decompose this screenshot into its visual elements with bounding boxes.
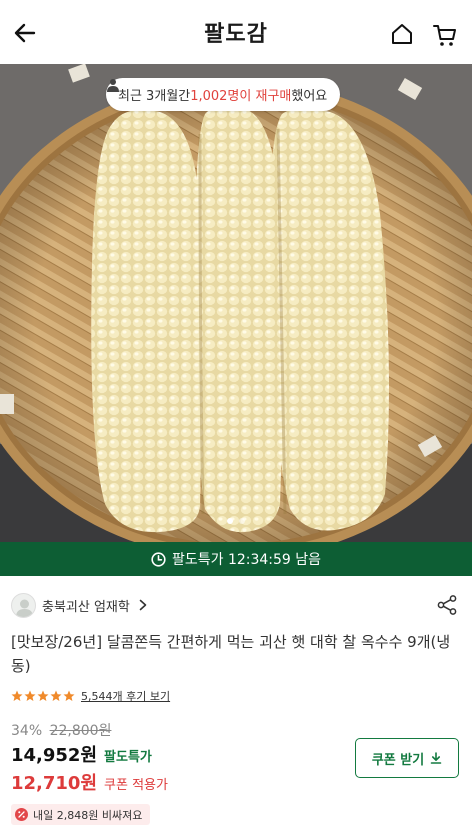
star-icon (63, 690, 75, 701)
deal-countdown-text: 팔도특가 12:34:59 남음 (171, 552, 322, 568)
price-increase-text: 내일 2,848원 비싸져요 (33, 808, 143, 822)
seller-name: 충북괴산 엄재학 (42, 599, 130, 615)
repurchase-badge: 최근 3개월간 1,002명이 재구매 했어요 (106, 78, 341, 111)
chevron-right-icon (139, 599, 147, 611)
coupon-price: 12,710원 (11, 773, 98, 794)
clock-icon (151, 551, 166, 567)
discount-rate: 34% (11, 723, 43, 739)
sale-price-row: 14,952원 팔도특가 (11, 741, 152, 767)
corn-product-image (0, 64, 472, 542)
cart-icon[interactable] (432, 22, 458, 48)
sale-price-tag: 팔도특가 (104, 750, 152, 765)
home-icon[interactable] (390, 22, 414, 46)
repurchase-highlight: 1,002명이 재구매 (190, 89, 292, 104)
carousel-indicator (0, 518, 472, 524)
get-coupon-button[interactable]: 쿠폰 받기 (355, 738, 459, 778)
product-image-carousel[interactable]: 최근 3개월간 1,002명이 재구매 했어요 (0, 64, 472, 542)
product-title: [맛보장/26년] 달콤쫀득 간편하게 먹는 괴산 햇 대학 찰 옥수수 9개(… (11, 633, 451, 675)
price-increase-notice: 내일 2,848원 비싸져요 (11, 804, 151, 825)
original-price-row: 34% 22,800원 (11, 720, 111, 740)
star-rating (11, 690, 75, 702)
download-icon (430, 752, 442, 764)
percent-badge-icon (15, 808, 28, 821)
sale-price: 14,952원 (11, 745, 98, 766)
repurchase-prefix: 최근 3개월간 (118, 89, 191, 104)
star-icon (24, 690, 36, 701)
person-icon (107, 79, 119, 92)
carousel-dot[interactable] (239, 518, 245, 524)
star-icon (50, 690, 62, 701)
coupon-price-row: 12,710원 쿠폰 적용가 (11, 769, 168, 795)
star-icon (37, 690, 49, 701)
coupon-price-tag: 쿠폰 적용가 (104, 778, 168, 793)
repurchase-suffix: 했어요 (291, 89, 328, 104)
seller-avatar (11, 592, 36, 618)
get-coupon-label: 쿠폰 받기 (371, 752, 425, 768)
carousel-dot[interactable] (227, 518, 233, 524)
page-title: 팔도감 (204, 22, 268, 47)
review-link[interactable]: 5,544개 후기 보기 (81, 688, 170, 704)
share-icon[interactable] (436, 594, 458, 616)
app-header: 팔도감 (0, 0, 472, 64)
arrow-left-icon[interactable] (12, 20, 38, 46)
deal-countdown-bar: 팔도특가 12:34:59 남음 (0, 542, 472, 576)
original-price: 22,800원 (49, 723, 112, 739)
star-icon (11, 690, 23, 701)
seller-link[interactable]: 충북괴산 엄재학 (11, 590, 148, 620)
rating-row: 5,544개 후기 보기 (11, 688, 170, 704)
